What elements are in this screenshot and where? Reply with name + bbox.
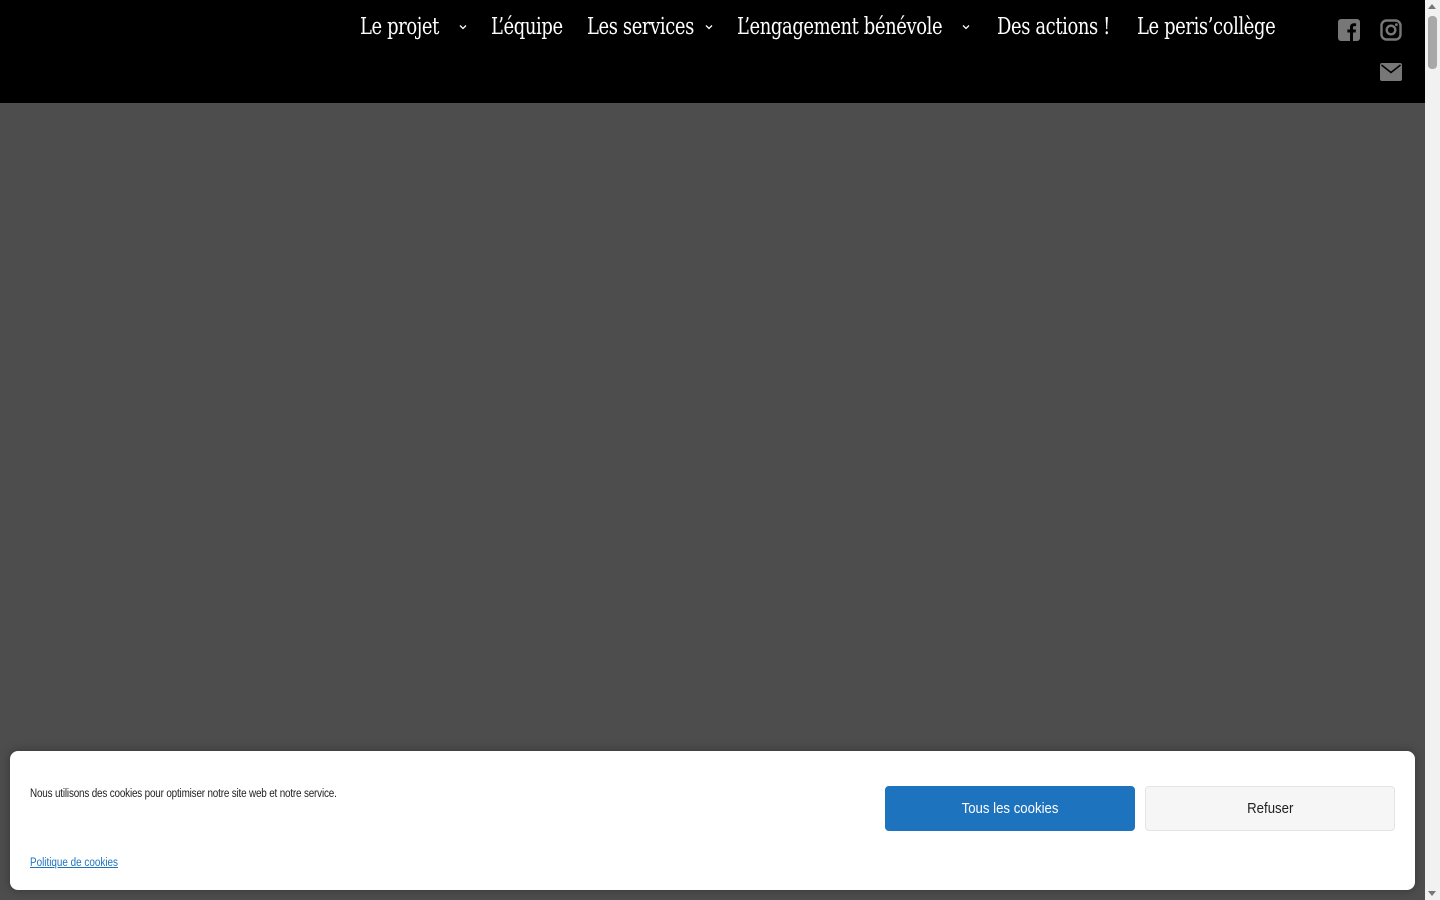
facebook-icon[interactable] — [1338, 19, 1360, 41]
nav-item-label: Les services — [587, 14, 694, 40]
nav-item-label: L’équipe — [491, 14, 563, 40]
nav-item-les-services[interactable]: Les services — [587, 14, 694, 40]
nav-item-label: Des actions ! — [997, 14, 1111, 40]
chevron-down-icon[interactable] — [962, 23, 970, 31]
cookie-policy-link[interactable]: Politique de cookies — [30, 857, 118, 869]
nav-item-des-actions[interactable]: Des actions ! — [997, 14, 1110, 40]
accept-all-cookies-button[interactable]: Tous les cookies — [885, 786, 1135, 831]
accept-button-label: Tous les cookies — [961, 800, 1059, 817]
chevron-down-icon[interactable] — [705, 23, 713, 31]
nav-item-label: L’engagement bénévole — [737, 14, 943, 40]
scroll-down-arrow-icon[interactable] — [1428, 891, 1436, 896]
vertical-scrollbar[interactable] — [1425, 0, 1440, 900]
cookie-message: Nous utilisons des cookies pour optimise… — [30, 788, 337, 800]
scroll-up-arrow-icon[interactable] — [1428, 4, 1436, 9]
nav-item-le-projet[interactable]: Le projet — [360, 14, 439, 40]
nav-item-engagement-benevole[interactable]: L’engagement bénévole — [737, 14, 943, 40]
mail-icon[interactable] — [1380, 63, 1402, 81]
nav-item-l-equipe[interactable]: L’équipe — [491, 14, 563, 40]
refuse-button-label: Refuser — [1246, 800, 1294, 817]
chevron-down-icon[interactable] — [459, 23, 467, 31]
main-navigation: Le projet L’équipe Les services L’engage… — [360, 8, 1276, 46]
nav-item-le-peris-college[interactable]: Le peris’collège — [1137, 14, 1276, 40]
nav-item-label: Le peris’collège — [1137, 14, 1276, 40]
cookie-consent-banner: Nous utilisons des cookies pour optimise… — [10, 751, 1415, 890]
refuse-cookies-button[interactable]: Refuser — [1145, 786, 1395, 831]
scrollbar-thumb[interactable] — [1428, 16, 1437, 69]
nav-item-label: Le projet — [360, 14, 439, 40]
site-header: Le projet L’équipe Les services L’engage… — [0, 0, 1425, 103]
instagram-icon[interactable] — [1380, 19, 1402, 41]
